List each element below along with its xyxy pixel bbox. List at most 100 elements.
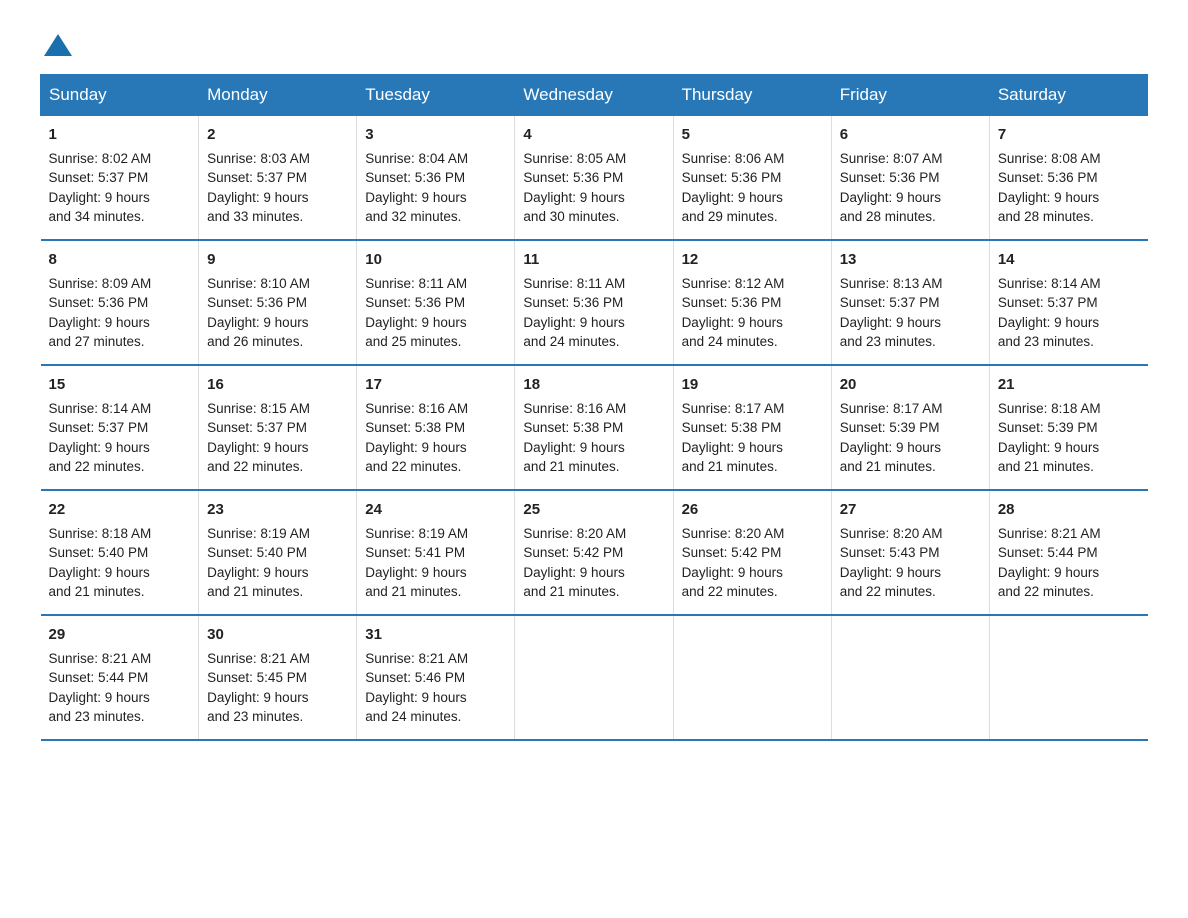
day-number: 16 xyxy=(207,374,348,396)
sunrise-text: Sunrise: 8:17 AM xyxy=(840,401,943,416)
daylight-minutes-text: and 21 minutes. xyxy=(682,459,778,474)
daylight-text: Daylight: 9 hours xyxy=(49,440,150,455)
daylight-minutes-text: and 33 minutes. xyxy=(207,209,303,224)
day-number: 13 xyxy=(840,249,981,271)
day-number: 14 xyxy=(998,249,1140,271)
sunset-text: Sunset: 5:36 PM xyxy=(365,295,465,310)
daylight-text: Daylight: 9 hours xyxy=(840,315,941,330)
day-number: 1 xyxy=(49,124,191,146)
sunrise-text: Sunrise: 8:04 AM xyxy=(365,151,468,166)
sunset-text: Sunset: 5:44 PM xyxy=(998,545,1098,560)
daylight-minutes-text: and 21 minutes. xyxy=(49,584,145,599)
sunset-text: Sunset: 5:36 PM xyxy=(523,170,623,185)
daylight-minutes-text: and 25 minutes. xyxy=(365,334,461,349)
calendar-cell: 22Sunrise: 8:18 AMSunset: 5:40 PMDayligh… xyxy=(41,490,199,615)
daylight-text: Daylight: 9 hours xyxy=(365,690,466,705)
sunset-text: Sunset: 5:39 PM xyxy=(998,420,1098,435)
sunset-text: Sunset: 5:36 PM xyxy=(840,170,940,185)
day-number: 2 xyxy=(207,124,348,146)
day-number: 12 xyxy=(682,249,823,271)
sunset-text: Sunset: 5:38 PM xyxy=(365,420,465,435)
sunrise-text: Sunrise: 8:20 AM xyxy=(682,526,785,541)
calendar-cell xyxy=(515,615,673,740)
daylight-minutes-text: and 30 minutes. xyxy=(523,209,619,224)
sunrise-text: Sunrise: 8:16 AM xyxy=(365,401,468,416)
calendar-cell xyxy=(673,615,831,740)
day-number: 30 xyxy=(207,624,348,646)
daylight-text: Daylight: 9 hours xyxy=(49,565,150,580)
calendar-cell xyxy=(989,615,1147,740)
sunrise-text: Sunrise: 8:19 AM xyxy=(207,526,310,541)
day-number: 10 xyxy=(365,249,506,271)
daylight-text: Daylight: 9 hours xyxy=(49,690,150,705)
sunset-text: Sunset: 5:36 PM xyxy=(998,170,1098,185)
calendar-week-row: 1Sunrise: 8:02 AMSunset: 5:37 PMDaylight… xyxy=(41,116,1148,241)
day-number: 28 xyxy=(998,499,1140,521)
day-number: 20 xyxy=(840,374,981,396)
calendar-cell: 25Sunrise: 8:20 AMSunset: 5:42 PMDayligh… xyxy=(515,490,673,615)
calendar-week-row: 8Sunrise: 8:09 AMSunset: 5:36 PMDaylight… xyxy=(41,240,1148,365)
sunset-text: Sunset: 5:40 PM xyxy=(49,545,149,560)
sunrise-text: Sunrise: 8:03 AM xyxy=(207,151,310,166)
calendar-cell: 16Sunrise: 8:15 AMSunset: 5:37 PMDayligh… xyxy=(199,365,357,490)
sunrise-text: Sunrise: 8:21 AM xyxy=(49,651,152,666)
sunrise-text: Sunrise: 8:21 AM xyxy=(365,651,468,666)
sunset-text: Sunset: 5:36 PM xyxy=(365,170,465,185)
calendar-week-row: 29Sunrise: 8:21 AMSunset: 5:44 PMDayligh… xyxy=(41,615,1148,740)
daylight-text: Daylight: 9 hours xyxy=(207,190,308,205)
page-header xyxy=(40,30,1148,54)
sunrise-text: Sunrise: 8:10 AM xyxy=(207,276,310,291)
daylight-text: Daylight: 9 hours xyxy=(523,440,624,455)
calendar-cell: 26Sunrise: 8:20 AMSunset: 5:42 PMDayligh… xyxy=(673,490,831,615)
sunset-text: Sunset: 5:43 PM xyxy=(840,545,940,560)
daylight-minutes-text: and 21 minutes. xyxy=(365,584,461,599)
calendar-week-row: 15Sunrise: 8:14 AMSunset: 5:37 PMDayligh… xyxy=(41,365,1148,490)
calendar-cell: 17Sunrise: 8:16 AMSunset: 5:38 PMDayligh… xyxy=(357,365,515,490)
sunset-text: Sunset: 5:42 PM xyxy=(523,545,623,560)
daylight-minutes-text: and 22 minutes. xyxy=(365,459,461,474)
calendar-cell: 29Sunrise: 8:21 AMSunset: 5:44 PMDayligh… xyxy=(41,615,199,740)
day-header-monday: Monday xyxy=(199,75,357,116)
day-number: 31 xyxy=(365,624,506,646)
sunset-text: Sunset: 5:36 PM xyxy=(682,170,782,185)
daylight-minutes-text: and 24 minutes. xyxy=(365,709,461,724)
daylight-text: Daylight: 9 hours xyxy=(523,565,624,580)
day-number: 19 xyxy=(682,374,823,396)
sunrise-text: Sunrise: 8:07 AM xyxy=(840,151,943,166)
sunrise-text: Sunrise: 8:12 AM xyxy=(682,276,785,291)
calendar-cell: 13Sunrise: 8:13 AMSunset: 5:37 PMDayligh… xyxy=(831,240,989,365)
sunset-text: Sunset: 5:40 PM xyxy=(207,545,307,560)
sunrise-text: Sunrise: 8:14 AM xyxy=(49,401,152,416)
daylight-text: Daylight: 9 hours xyxy=(998,315,1099,330)
calendar-cell: 24Sunrise: 8:19 AMSunset: 5:41 PMDayligh… xyxy=(357,490,515,615)
daylight-text: Daylight: 9 hours xyxy=(365,315,466,330)
sunset-text: Sunset: 5:45 PM xyxy=(207,670,307,685)
day-header-thursday: Thursday xyxy=(673,75,831,116)
day-number: 11 xyxy=(523,249,664,271)
calendar-cell: 8Sunrise: 8:09 AMSunset: 5:36 PMDaylight… xyxy=(41,240,199,365)
daylight-text: Daylight: 9 hours xyxy=(840,190,941,205)
daylight-minutes-text: and 22 minutes. xyxy=(682,584,778,599)
daylight-text: Daylight: 9 hours xyxy=(840,565,941,580)
sunrise-text: Sunrise: 8:05 AM xyxy=(523,151,626,166)
sunset-text: Sunset: 5:44 PM xyxy=(49,670,149,685)
calendar-cell: 4Sunrise: 8:05 AMSunset: 5:36 PMDaylight… xyxy=(515,116,673,241)
day-number: 17 xyxy=(365,374,506,396)
sunset-text: Sunset: 5:46 PM xyxy=(365,670,465,685)
daylight-minutes-text: and 27 minutes. xyxy=(49,334,145,349)
daylight-text: Daylight: 9 hours xyxy=(207,565,308,580)
daylight-text: Daylight: 9 hours xyxy=(207,440,308,455)
sunset-text: Sunset: 5:37 PM xyxy=(207,420,307,435)
daylight-minutes-text: and 21 minutes. xyxy=(207,584,303,599)
calendar-table: SundayMondayTuesdayWednesdayThursdayFrid… xyxy=(40,74,1148,741)
daylight-minutes-text: and 23 minutes. xyxy=(207,709,303,724)
daylight-text: Daylight: 9 hours xyxy=(840,440,941,455)
day-number: 3 xyxy=(365,124,506,146)
daylight-text: Daylight: 9 hours xyxy=(682,190,783,205)
sunrise-text: Sunrise: 8:21 AM xyxy=(998,526,1101,541)
daylight-text: Daylight: 9 hours xyxy=(998,565,1099,580)
calendar-cell: 27Sunrise: 8:20 AMSunset: 5:43 PMDayligh… xyxy=(831,490,989,615)
daylight-minutes-text: and 22 minutes. xyxy=(840,584,936,599)
sunrise-text: Sunrise: 8:11 AM xyxy=(523,276,625,291)
daylight-minutes-text: and 23 minutes. xyxy=(998,334,1094,349)
